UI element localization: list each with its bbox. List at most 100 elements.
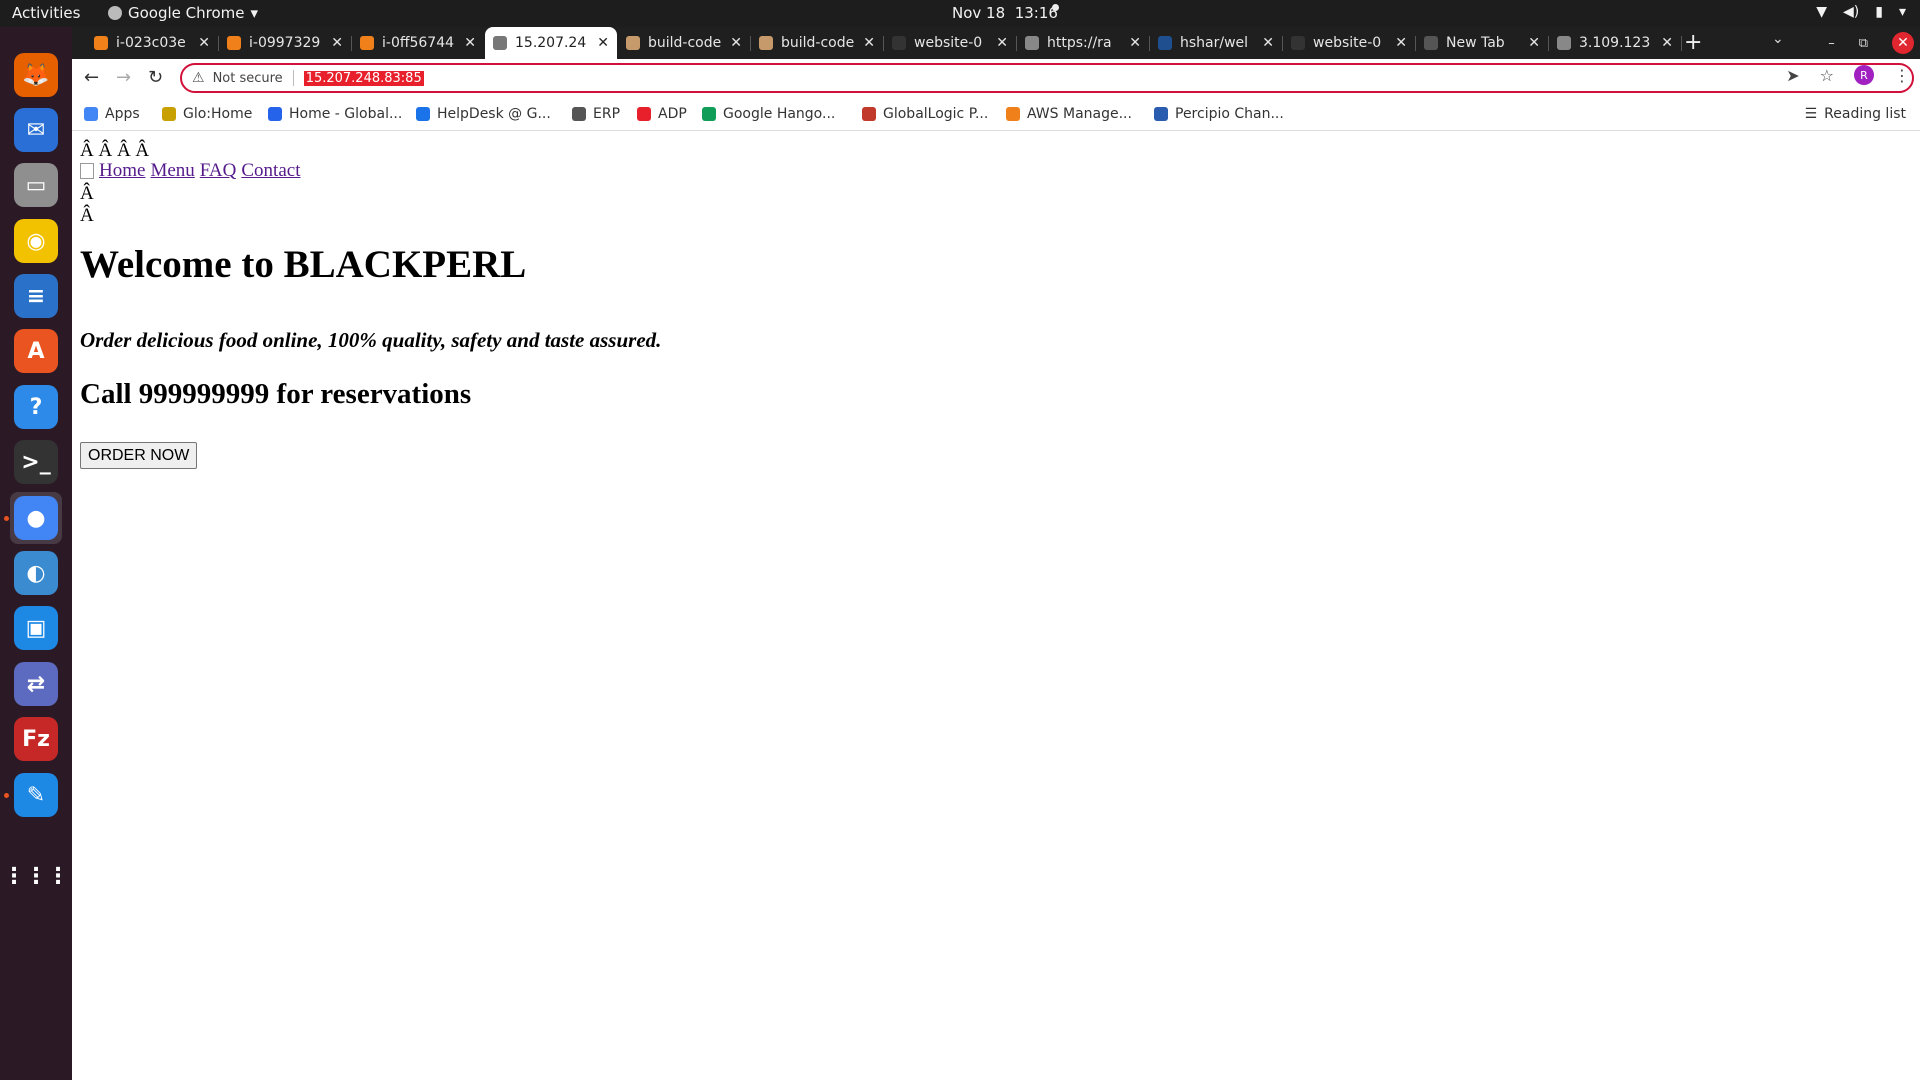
dock-item-files[interactable]: ▭ [10, 159, 62, 211]
bookmark-item[interactable]: Google Hango... [702, 106, 835, 122]
browser-tab[interactable]: hshar/wel ✕ [1150, 27, 1282, 59]
bookmark-item[interactable]: Percipio Chan... [1154, 106, 1284, 122]
browser-tab[interactable]: build-code ✕ [618, 27, 750, 59]
bookmark-label: ERP [593, 106, 621, 122]
bookmark-label: Glo:Home [183, 106, 253, 122]
reload-icon[interactable]: ↻ [148, 67, 163, 88]
close-tab-icon[interactable]: ✕ [1395, 35, 1407, 51]
browser-tab[interactable]: i-023c03e ✕ [86, 27, 218, 59]
nav-link-menu[interactable]: Menu [150, 160, 194, 182]
dock-item-terminal[interactable]: >_ [10, 436, 62, 488]
chrome-icon [108, 6, 122, 20]
browser-tab[interactable]: 15.207.24 ✕ [485, 27, 617, 59]
close-tab-icon[interactable]: ✕ [1262, 35, 1274, 51]
tab-search-chevron-icon[interactable]: ⌄ [1772, 31, 1784, 47]
dock-item-firefox[interactable]: 🦊 [10, 49, 62, 101]
activities-button[interactable]: Activities [12, 4, 80, 22]
libreoffice-writer-icon: ≡ [14, 274, 58, 318]
tab-favicon-icon [892, 36, 906, 50]
browser-tab[interactable]: New Tab ✕ [1416, 27, 1548, 59]
toolbar-actions: ➤ ☆ R ⋮ [1786, 65, 1910, 85]
nav-link-home[interactable]: Home [99, 160, 145, 182]
browser-tab[interactable]: 3.109.123 ✕ [1549, 27, 1681, 59]
nav-link-contact[interactable]: Contact [241, 160, 300, 182]
bookmark-item[interactable]: GlobalLogic P... [862, 106, 988, 122]
bookmark-item[interactable]: Glo:Home [162, 106, 252, 122]
tagline: Order delicious food online, 100% qualit… [80, 328, 662, 352]
running-indicator-icon [4, 793, 9, 798]
close-tab-icon[interactable]: ✕ [198, 35, 210, 51]
browser-tab[interactable]: website-0 ✕ [1283, 27, 1415, 59]
forward-arrow-icon[interactable]: → [116, 67, 131, 88]
browser-tab[interactable]: website-0 ✕ [884, 27, 1016, 59]
tab-favicon-icon [94, 36, 108, 50]
menu-kebab-icon[interactable]: ⋮ [1894, 66, 1910, 85]
close-tab-icon[interactable]: ✕ [464, 35, 476, 51]
nav-link-faq[interactable]: FAQ [200, 160, 237, 182]
bookmark-item[interactable]: ADP [637, 106, 687, 122]
browser-tab[interactable]: i-0997329 ✕ [219, 27, 351, 59]
dock-item-filezilla[interactable]: Fz [10, 713, 62, 765]
browser-tab[interactable]: https://ra ✕ [1017, 27, 1149, 59]
back-arrow-icon[interactable]: ← [84, 67, 99, 88]
dock-item-network-tool[interactable]: ◐ [10, 547, 62, 599]
bookmark-label: Apps [105, 106, 140, 122]
window-controls: – ⧉ ✕ [1828, 27, 1920, 59]
order-now-button[interactable]: ORDER NOW [80, 442, 198, 469]
bookmark-label: GlobalLogic P... [883, 106, 989, 122]
tab-title: https://ra [1047, 35, 1112, 51]
browser-toolbar: ← → ↻ ⚠ Not secure 15.207.248.83:85 ➤ ☆ … [72, 59, 1920, 99]
clock[interactable]: Nov 18 13:16 [952, 4, 1058, 22]
dock-item-ubuntu-software[interactable]: A [10, 325, 62, 377]
dock-item-virtualbox[interactable]: ▣ [10, 602, 62, 654]
close-tab-icon[interactable]: ✕ [996, 35, 1008, 51]
bookmark-label: Percipio Chan... [1175, 106, 1284, 122]
files-icon: ▭ [14, 163, 58, 207]
reservation-heading: Call 999999999 for reservations [80, 378, 472, 410]
app-menu[interactable]: Google Chrome ▾ [108, 4, 258, 22]
dock-item-remote-desktop[interactable]: ⇄ [10, 658, 62, 710]
tab-favicon-icon [1291, 36, 1305, 50]
divider [292, 70, 294, 86]
bookmark-label: AWS Manage... [1027, 106, 1132, 122]
browser-tab[interactable]: i-0ff56744 ✕ [352, 27, 484, 59]
restore-icon[interactable]: ⧉ [1859, 36, 1868, 51]
bookmark-star-icon[interactable]: ☆ [1820, 66, 1834, 85]
dock-item-help[interactable]: ? [10, 381, 62, 433]
tab-title: i-0ff56744 [382, 35, 455, 51]
close-tab-icon[interactable]: ✕ [1661, 35, 1673, 51]
bookmark-item[interactable]: Home - Global... [268, 106, 402, 122]
tab-favicon-icon [626, 36, 640, 50]
dock-item-thunderbird[interactable]: ✉ [10, 104, 62, 156]
close-window-icon[interactable]: ✕ [1892, 32, 1914, 54]
system-tray[interactable]: ▼ ◀) ▮ ▾ [1816, 4, 1906, 20]
dock-item-text-editor[interactable]: ✎ [10, 769, 62, 821]
security-label[interactable]: Not secure [213, 71, 283, 86]
close-tab-icon[interactable]: ✕ [597, 35, 609, 51]
profile-avatar[interactable]: R [1854, 65, 1874, 85]
minimize-icon[interactable]: – [1828, 36, 1835, 51]
bookmark-item[interactable]: Apps [84, 106, 140, 122]
close-tab-icon[interactable]: ✕ [1129, 35, 1141, 51]
send-to-device-icon[interactable]: ➤ [1786, 66, 1799, 85]
url-text[interactable]: 15.207.248.83:85 [303, 70, 424, 86]
dock-item-google-chrome[interactable]: ● [10, 492, 62, 544]
dock-item-libreoffice-writer[interactable]: ≡ [10, 270, 62, 322]
dock-item-rhythmbox[interactable]: ◉ [10, 215, 62, 267]
new-tab-plus-icon[interactable]: + [1684, 30, 1702, 55]
bookmark-item[interactable]: HelpDesk @ G... [416, 106, 551, 122]
warning-triangle-icon[interactable]: ⚠ [192, 70, 205, 86]
close-tab-icon[interactable]: ✕ [331, 35, 343, 51]
close-tab-icon[interactable]: ✕ [730, 35, 742, 51]
notification-dot-icon [1052, 4, 1059, 11]
bookmark-item[interactable]: ERP [572, 106, 620, 122]
dock-item-show-apps[interactable]: ⋮⋮⋮ [3, 850, 69, 902]
close-tab-icon[interactable]: ✕ [1528, 35, 1540, 51]
bookmark-item[interactable]: AWS Manage... [1006, 106, 1132, 122]
browser-tab[interactable]: build-code ✕ [751, 27, 883, 59]
reading-list-button[interactable]: ☰ Reading list [1805, 106, 1906, 122]
bookmark-favicon-icon [416, 107, 430, 121]
address-bar[interactable]: ⚠ Not secure 15.207.248.83:85 [180, 63, 1914, 93]
close-tab-icon[interactable]: ✕ [863, 35, 875, 51]
bookmark-label: ADP [658, 106, 687, 122]
